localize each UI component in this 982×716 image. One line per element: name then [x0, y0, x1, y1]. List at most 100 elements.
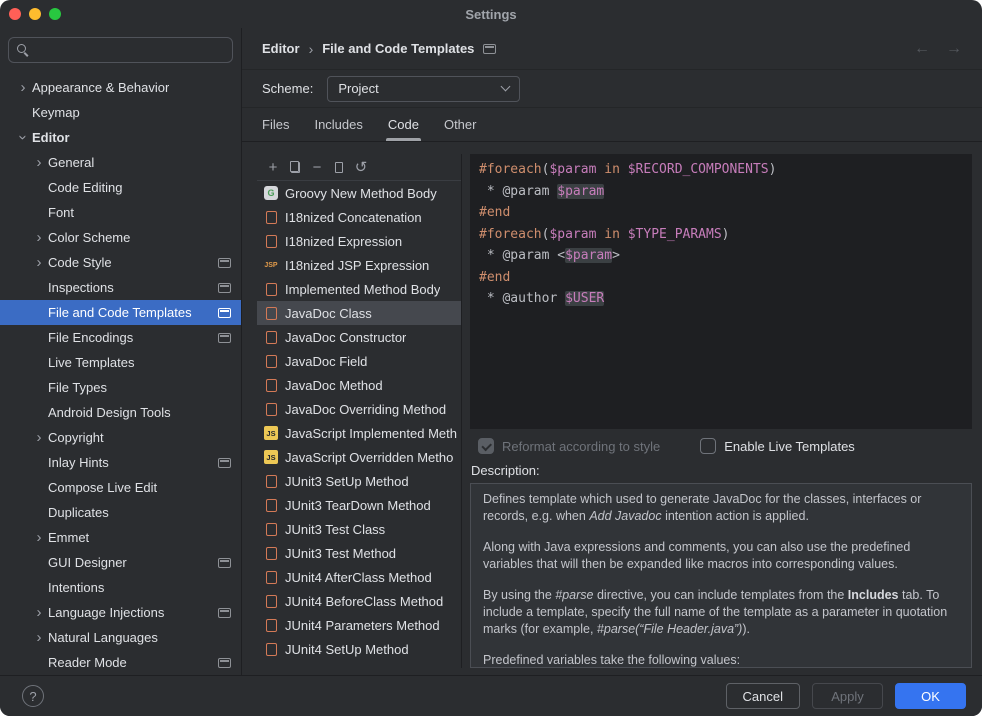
sidebar-item-copyright[interactable]: ›Copyright [0, 425, 241, 450]
close-window-button[interactable] [9, 8, 21, 20]
template-code-editor[interactable]: #foreach($param in $RECORD_COMPONENTS) *… [470, 154, 972, 429]
template-item-i18nized-expression[interactable]: I18nized Expression [257, 229, 461, 253]
template-item-implemented-method-body[interactable]: Implemented Method Body [257, 277, 461, 301]
chevron-right-icon[interactable]: › [30, 430, 48, 445]
remove-template-button[interactable]: − [306, 156, 328, 178]
template-list: GGroovy New Method Body I18nized Concaten… [257, 181, 461, 668]
zoom-window-button[interactable] [49, 8, 61, 20]
enable-live-templates-checkbox[interactable]: Enable Live Templates [700, 438, 855, 454]
sidebar-item-appearance-behavior[interactable]: ›Appearance & Behavior [0, 75, 241, 100]
template-item-junit3-test-method[interactable]: JUnit3 Test Method [257, 541, 461, 565]
settings-search-input[interactable] [35, 43, 224, 58]
template-item-junit4-afterclass-method[interactable]: JUnit4 AfterClass Method [257, 565, 461, 589]
breadcrumb-editor[interactable]: Editor [262, 41, 300, 56]
chevron-down-icon[interactable]: › [16, 129, 31, 147]
sidebar-item-inlay-hints[interactable]: Inlay Hints [0, 450, 241, 475]
sidebar-item-inspections[interactable]: Inspections [0, 275, 241, 300]
sidebar-item-language-injections[interactable]: ›Language Injections [0, 600, 241, 625]
duplicate-template-button[interactable] [328, 156, 350, 178]
description-box[interactable]: Defines template which used to generate … [470, 483, 972, 668]
chevron-right-icon[interactable]: › [30, 255, 48, 270]
chevron-right-icon[interactable]: › [30, 155, 48, 170]
template-item-label: I18nized Concatenation [285, 210, 422, 225]
template-item-javadoc-constructor[interactable]: JavaDoc Constructor [257, 325, 461, 349]
apply-button[interactable]: Apply [812, 683, 883, 709]
sidebar-item-emmet[interactable]: ›Emmet [0, 525, 241, 550]
tab-code[interactable]: Code [388, 108, 419, 141]
code-token: in [604, 227, 620, 242]
template-item-label: I18nized JSP Expression [285, 258, 429, 273]
template-editor-stack: #foreach($param in $RECORD_COMPONENTS) *… [462, 154, 972, 668]
screen-badge-icon [218, 608, 231, 618]
add-template-button[interactable]: + [262, 156, 284, 178]
sidebar-item-font[interactable]: Font [0, 200, 241, 225]
scheme-select[interactable]: Project [327, 76, 520, 102]
sidebar-item-intentions[interactable]: Intentions [0, 575, 241, 600]
forward-arrow-button[interactable]: → [946, 40, 962, 58]
template-item-groovy-new-method-body[interactable]: GGroovy New Method Body [257, 181, 461, 205]
sidebar-item-file-encodings[interactable]: File Encodings [0, 325, 241, 350]
js-file-icon: JS [264, 450, 278, 464]
template-item-junit4-beforeclass-method[interactable]: JUnit4 BeforeClass Method [257, 589, 461, 613]
code-line: #foreach($param in $RECORD_COMPONENTS) [479, 159, 963, 181]
chevron-right-icon[interactable]: › [30, 605, 48, 620]
settings-header: Editor › File and Code Templates ← → [242, 28, 982, 70]
template-file-icon [264, 570, 278, 584]
sidebar-item-duplicates[interactable]: Duplicates [0, 500, 241, 525]
help-button[interactable]: ? [22, 685, 44, 707]
settings-search-box[interactable] [8, 37, 233, 63]
revert-template-button[interactable]: ↺ [350, 156, 372, 178]
scheme-label: Scheme: [262, 81, 313, 96]
template-item-junit4-setup-method[interactable]: JUnit4 SetUp Method [257, 637, 461, 661]
template-item-i18nized-concatenation[interactable]: I18nized Concatenation [257, 205, 461, 229]
tab-includes[interactable]: Includes [314, 108, 362, 141]
ok-button[interactable]: OK [895, 683, 966, 709]
template-item-label: JUnit3 Test Method [285, 546, 396, 561]
chevron-right-icon[interactable]: › [30, 630, 48, 645]
sidebar-item-file-types[interactable]: File Types [0, 375, 241, 400]
description-label: Description: [471, 463, 972, 478]
sidebar-item-file-and-code-templates[interactable]: File and Code Templates [0, 300, 241, 325]
sidebar-item-natural-languages[interactable]: ›Natural Languages [0, 625, 241, 650]
template-item-javadoc-method[interactable]: JavaDoc Method [257, 373, 461, 397]
sidebar-item-code-editing[interactable]: Code Editing [0, 175, 241, 200]
template-item-i18nized-jsp-expression[interactable]: JSPI18nized JSP Expression [257, 253, 461, 277]
description-paragraph: Defines template which used to generate … [483, 491, 959, 525]
chevron-right-icon[interactable]: › [30, 230, 48, 245]
sidebar-item-reader-mode[interactable]: Reader Mode [0, 650, 241, 675]
template-file-icon [264, 378, 278, 392]
template-file-icon [264, 498, 278, 512]
breadcrumb-current: File and Code Templates [322, 41, 474, 56]
template-item-junit3-teardown-method[interactable]: JUnit3 TearDown Method [257, 493, 461, 517]
sidebar-item-general[interactable]: ›General [0, 150, 241, 175]
screen-badge-icon [218, 258, 231, 268]
template-item-javascript-overridden-metho[interactable]: JSJavaScript Overridden Metho [257, 445, 461, 469]
reformat-checkbox[interactable]: Reformat according to style [478, 438, 660, 454]
screen-badge-icon [218, 458, 231, 468]
sidebar-item-keymap[interactable]: Keymap [0, 100, 241, 125]
minimize-window-button[interactable] [29, 8, 41, 20]
template-item-junit4-parameters-method[interactable]: JUnit4 Parameters Method [257, 613, 461, 637]
template-item-javadoc-overriding-method[interactable]: JavaDoc Overriding Method [257, 397, 461, 421]
chevron-right-icon[interactable]: › [30, 530, 48, 545]
sidebar-item-gui-designer[interactable]: GUI Designer [0, 550, 241, 575]
tab-files[interactable]: Files [262, 108, 289, 141]
sidebar-item-android-design-tools[interactable]: Android Design Tools [0, 400, 241, 425]
sidebar-item-color-scheme[interactable]: ›Color Scheme [0, 225, 241, 250]
template-item-javadoc-field[interactable]: JavaDoc Field [257, 349, 461, 373]
copy-template-button[interactable] [284, 156, 306, 178]
chevron-right-icon[interactable]: › [14, 80, 32, 95]
search-icon [17, 44, 29, 56]
template-item-junit3-test-class[interactable]: JUnit3 Test Class [257, 517, 461, 541]
sidebar-item-compose-live-edit[interactable]: Compose Live Edit [0, 475, 241, 500]
template-item-javadoc-class[interactable]: JavaDoc Class [257, 301, 461, 325]
sidebar-item-editor[interactable]: ›Editor [0, 125, 241, 150]
tab-other[interactable]: Other [444, 108, 477, 141]
code-token [620, 162, 628, 177]
sidebar-item-code-style[interactable]: ›Code Style [0, 250, 241, 275]
template-item-junit3-setup-method[interactable]: JUnit3 SetUp Method [257, 469, 461, 493]
cancel-button[interactable]: Cancel [726, 683, 800, 709]
back-arrow-button[interactable]: ← [914, 40, 930, 58]
template-item-javascript-implemented-meth[interactable]: JSJavaScript Implemented Meth [257, 421, 461, 445]
sidebar-item-live-templates[interactable]: Live Templates [0, 350, 241, 375]
